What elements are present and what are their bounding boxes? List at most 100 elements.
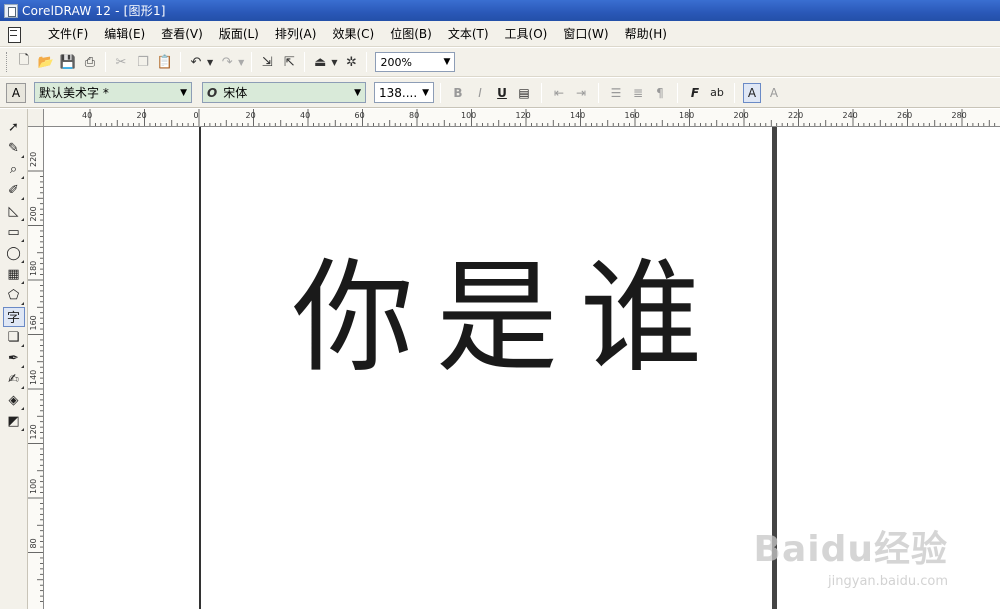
menu-bitmaps[interactable]: 位图(B) <box>382 23 440 45</box>
menu-file[interactable]: 文件(F) <box>40 23 96 45</box>
ruler-origin[interactable] <box>28 109 44 127</box>
artistic-text-object[interactable]: 你是谁 <box>292 257 724 379</box>
watermark-url: jingyan.baidu.com <box>828 574 948 589</box>
toolbar-separator <box>180 52 181 72</box>
menu-view[interactable]: 查看(V) <box>153 23 211 45</box>
freehand-tool-icon[interactable]: ✐ <box>3 181 25 201</box>
rectangle-tool-icon[interactable]: ▭ <box>3 223 25 243</box>
interactive-fill-tool-icon[interactable]: ◩ <box>3 412 25 432</box>
menu-edit[interactable]: 编辑(E) <box>96 23 153 45</box>
ruler-label: 200 <box>734 111 749 120</box>
eyedropper-tool-icon[interactable]: ✒ <box>3 349 25 369</box>
bold-icon[interactable]: B <box>449 83 467 103</box>
bullet-list-icon[interactable]: ☰ <box>607 83 625 103</box>
italic-icon[interactable]: I <box>471 83 489 103</box>
font-size-value: 138.... <box>379 85 418 100</box>
ruler-label: 20 <box>137 111 147 120</box>
welcome-icon[interactable]: ✲ <box>341 52 361 72</box>
ruler-label: 200 <box>29 206 38 221</box>
ruler-label: 20 <box>246 111 256 120</box>
chevron-down-icon: ▼ <box>422 87 429 98</box>
shape-tool-icon[interactable]: ✎ <box>3 139 25 159</box>
text-style-icon[interactable]: A <box>6 82 26 103</box>
vertical-ruler[interactable]: 220 200 180 160 140 120 100 80 <box>28 127 44 609</box>
chevron-down-icon: ▼ <box>354 87 361 98</box>
smart-fill-tool-icon[interactable]: ◺ <box>3 202 25 222</box>
ruler-label: 220 <box>788 111 803 120</box>
page-border-left <box>199 127 201 609</box>
save-icon[interactable]: 💾 <box>58 52 78 72</box>
zoom-tool-icon[interactable]: ⌕ <box>3 160 25 180</box>
horizontal-alignment-icon[interactable]: ▤ <box>515 83 533 103</box>
increase-indent-icon[interactable]: ⇥ <box>572 83 590 103</box>
ruler-label: 180 <box>679 111 694 120</box>
window-title: CorelDRAW 12 - [图形1] <box>22 4 166 18</box>
export-icon[interactable]: ⇱ <box>279 52 299 72</box>
drop-cap-icon[interactable]: ≣ <box>629 83 647 103</box>
zoom-level-select[interactable]: 200% ▼ <box>375 52 456 72</box>
horizontal-text-icon[interactable]: A <box>743 82 761 103</box>
menu-layout[interactable]: 版面(L) <box>211 23 267 45</box>
edit-text-icon[interactable]: ab <box>708 83 726 103</box>
menu-window[interactable]: 窗口(W) <box>555 23 616 45</box>
interactive-blend-tool-icon[interactable]: ❏ <box>3 328 25 348</box>
import-icon[interactable]: ⇲ <box>257 52 277 72</box>
drawing-canvas[interactable]: 你是谁 Baidu经验 jingyan.baidu.com <box>44 127 1000 609</box>
basic-shapes-tool-icon[interactable]: ⬠ <box>3 286 25 306</box>
new-icon[interactable]: 🗋 <box>14 52 34 72</box>
redo-icon[interactable]: ↷ <box>217 52 237 72</box>
document-icon[interactable] <box>4 24 24 44</box>
ruler-label: 180 <box>29 261 38 276</box>
undo-icon[interactable]: ↶ <box>186 52 206 72</box>
menu-tools[interactable]: 工具(O) <box>497 23 556 45</box>
toolbar-separator <box>440 82 441 103</box>
menu-arrange[interactable]: 排列(A) <box>267 23 325 45</box>
fill-tool-icon[interactable]: ◈ <box>3 391 25 411</box>
decrease-indent-icon[interactable]: ⇤ <box>550 83 568 103</box>
ruler-label: 80 <box>409 111 419 120</box>
font-name-select[interactable]: O 宋体 ▼ <box>202 82 366 103</box>
cut-icon[interactable]: ✂ <box>111 52 131 72</box>
undo-dropdown-icon[interactable]: ▼ <box>207 58 213 67</box>
text-style-value: 默认美术字 * <box>39 86 109 100</box>
menu-bar: 文件(F) 编辑(E) 查看(V) 版面(L) 排列(A) 效果(C) 位图(B… <box>0 21 1000 47</box>
redo-dropdown-icon[interactable]: ▼ <box>238 58 244 67</box>
chevron-down-icon: ▼ <box>180 87 187 98</box>
outline-tool-icon[interactable]: ✍ <box>3 370 25 390</box>
chevron-down-icon: ▼ <box>443 57 451 67</box>
pick-tool-icon[interactable]: ➚ <box>3 118 25 138</box>
vertical-text-icon[interactable]: A <box>765 83 783 103</box>
text-tool-icon[interactable]: 字 <box>2 306 25 327</box>
paste-icon[interactable]: 📋 <box>155 52 175 72</box>
launch-dropdown-icon[interactable]: ▼ <box>331 58 337 67</box>
print-icon[interactable]: ⎙ <box>80 52 100 72</box>
paragraph-icon[interactable]: ¶ <box>651 83 669 103</box>
ruler-label: 40 <box>300 111 310 120</box>
font-size-select[interactable]: 138.... ▼ <box>374 82 434 103</box>
underline-icon[interactable]: U <box>493 83 511 103</box>
toolbar-grip[interactable] <box>6 52 9 72</box>
font-name-value: 宋体 <box>223 86 248 100</box>
vertical-ruler-scale: 220 200 180 160 140 120 100 80 <box>28 152 43 602</box>
horizontal-ruler[interactable]: 40 20 0 20 40 60 80 100 120 140 160 180 200 220 240 260… <box>28 109 1000 127</box>
polygon-tool-icon[interactable]: ▦ <box>3 265 25 285</box>
menu-text[interactable]: 文本(T) <box>440 23 497 45</box>
copy-icon[interactable]: ❐ <box>133 52 153 72</box>
menu-help[interactable]: 帮助(H) <box>617 23 675 45</box>
toolbar-separator <box>304 52 306 72</box>
ruler-label: 260 <box>897 111 912 120</box>
ellipse-tool-icon[interactable]: ◯ <box>3 244 25 264</box>
format-text-icon[interactable]: F <box>686 83 704 103</box>
ruler-label: 140 <box>29 370 38 385</box>
ruler-label: 100 <box>29 479 38 494</box>
toolbar-separator <box>541 82 542 103</box>
toolbar-separator <box>734 82 735 103</box>
text-style-select[interactable]: 默认美术字 * ▼ <box>34 82 192 103</box>
ruler-label: 120 <box>516 111 531 120</box>
ruler-label: 80 <box>29 538 38 548</box>
open-icon[interactable]: 📂 <box>36 52 56 72</box>
launch-icon[interactable]: ⏏ <box>310 52 330 72</box>
watermark-logo-text: Baidu经验 <box>753 529 948 570</box>
menu-effects[interactable]: 效果(C) <box>324 23 382 45</box>
toolbar-separator <box>366 52 368 72</box>
